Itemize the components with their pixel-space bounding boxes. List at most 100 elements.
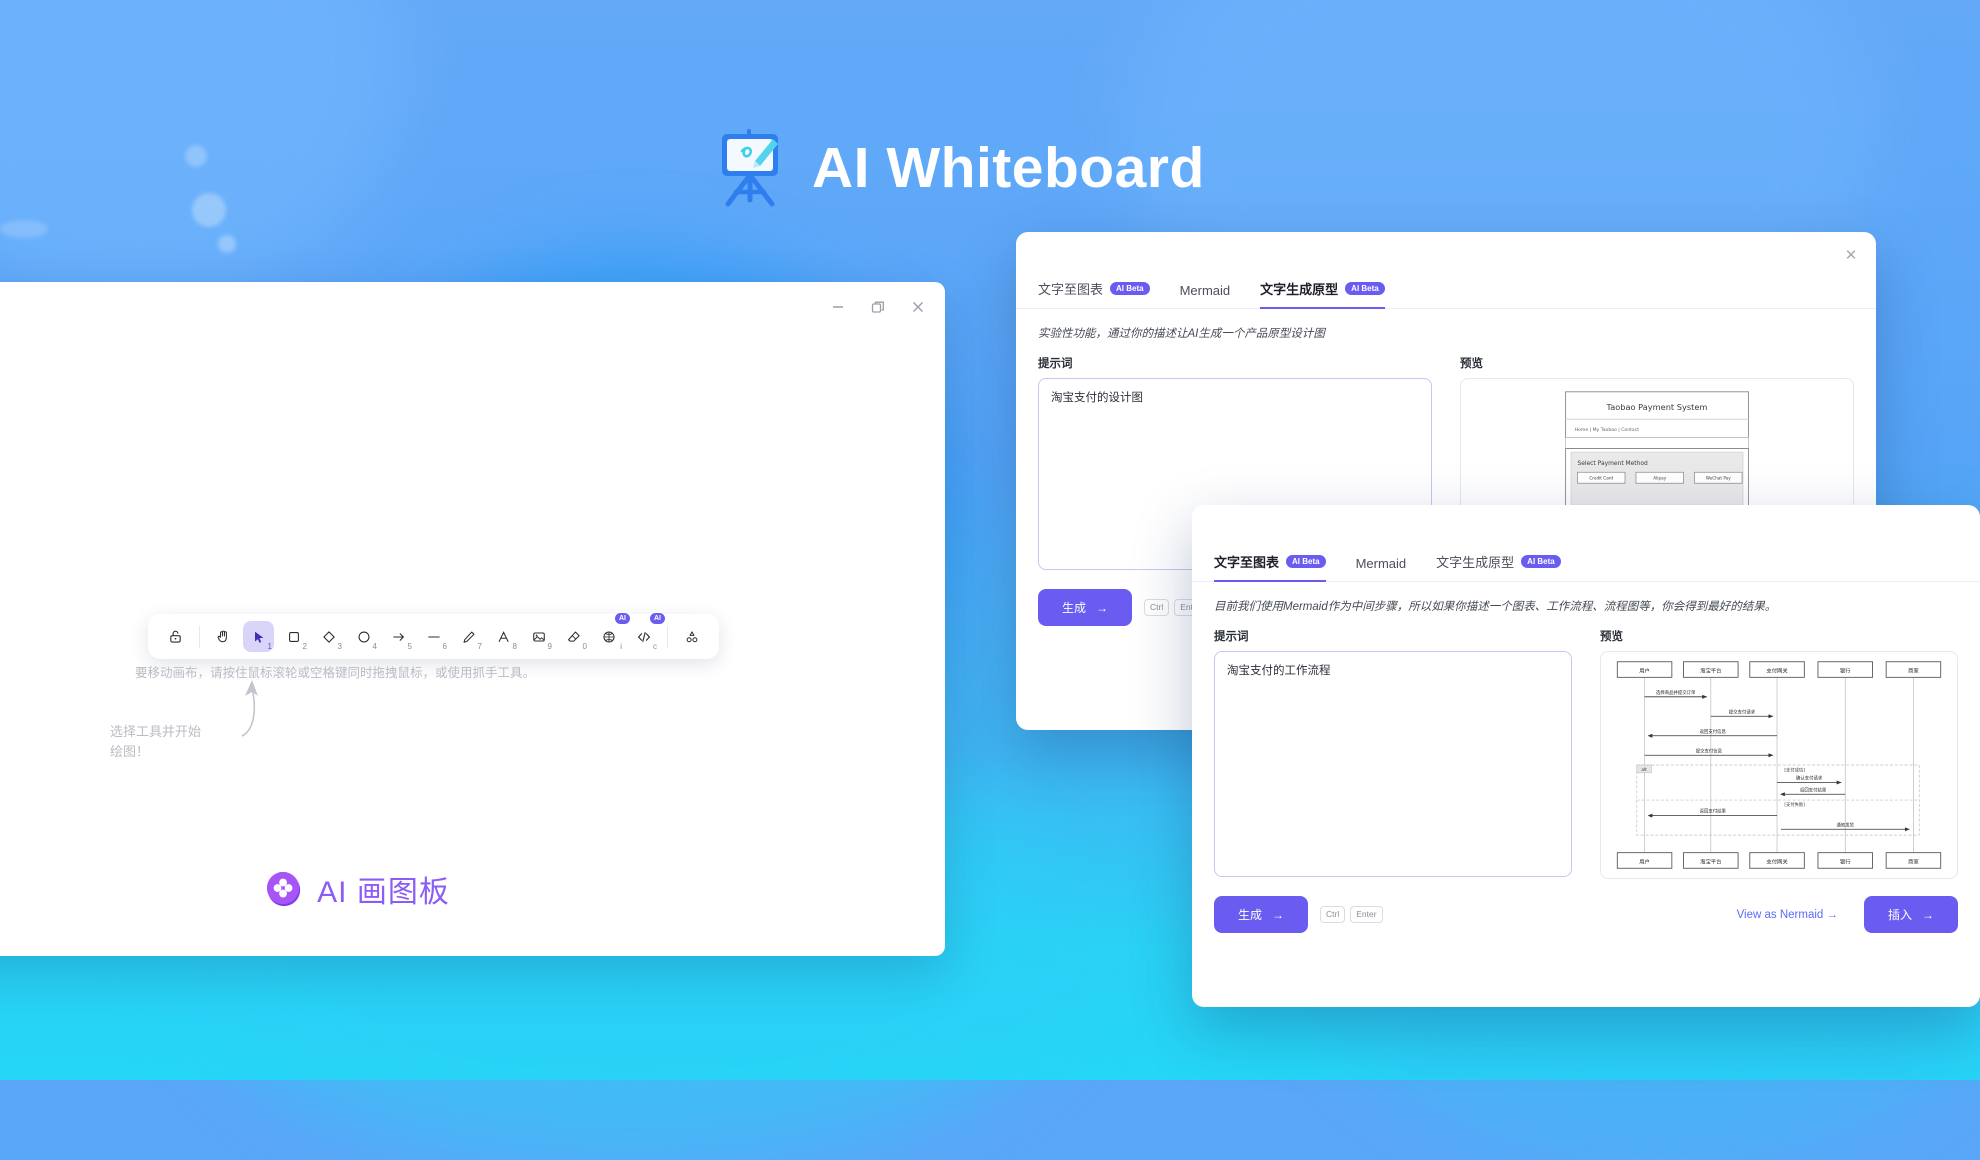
tool-shortcut: 5 xyxy=(407,642,412,651)
tool-shortcut: 4 xyxy=(372,642,377,651)
toolbar-divider xyxy=(667,625,668,648)
svg-text:确认支付请求: 确认支付请求 xyxy=(1796,775,1823,782)
pointer-curve-arrow xyxy=(241,680,258,737)
diamond-icon[interactable]: 3 xyxy=(313,621,344,652)
drawing-toolbar[interactable]: 1 2 3 4 5 6 7 8 9 0 i AI c AI xyxy=(148,612,719,659)
preview-pane: 预览 用户 淘宝平台 支付网关 银行 商家 用户 淘宝平台 支付网关 银行 商家… xyxy=(1600,628,1958,882)
preview-label: 预览 xyxy=(1460,358,1483,370)
dialog-footer: 生成 → Ctrl Enter View as Nermaid → 插入 → xyxy=(1192,882,1980,933)
whiteboard-app-window: 1 2 3 4 5 6 7 8 9 0 i AI c AI 要移动画布，请按住鼠… xyxy=(0,282,945,956)
tool-shortcut: 9 xyxy=(547,642,552,651)
dialog-panes: 提示词 预览 xyxy=(1192,614,1980,882)
insert-label: 插入 xyxy=(1887,908,1912,922)
key-enter: Enter xyxy=(1350,905,1383,924)
tab-mermaid[interactable]: Mermaid xyxy=(1180,283,1231,309)
svg-text:银行: 银行 xyxy=(1840,666,1851,674)
svg-text:返回支付结果: 返回支付结果 xyxy=(1700,808,1727,815)
line-icon[interactable]: 6 xyxy=(418,621,449,652)
welcome-block: AI 画图板 您的所有数据都储存在浏览器本地。 打开 Ctrl+O 帮助 ? xyxy=(0,867,945,956)
svg-text:alt: alt xyxy=(1641,767,1647,773)
tab-text-to-prototype[interactable]: 文字生成原型 AI Beta xyxy=(1436,552,1561,582)
pencil-icon[interactable]: 7 xyxy=(453,621,484,652)
dialog-tabs: 文字至图表 AI Beta Mermaid 文字生成原型 AI Beta xyxy=(1016,264,1876,309)
arrow-icon[interactable]: 5 xyxy=(383,621,414,652)
eraser-icon[interactable]: 0 xyxy=(558,621,589,652)
sequence-diagram-preview[interactable]: 用户 淘宝平台 支付网关 银行 商家 用户 淘宝平台 支付网关 银行 商家 al… xyxy=(1600,651,1958,879)
close-icon[interactable]: ✕ xyxy=(1842,246,1860,264)
more-shapes-icon[interactable] xyxy=(676,621,707,652)
text-icon[interactable]: 8 xyxy=(488,621,519,652)
ai-badge: AI xyxy=(649,612,666,625)
selection-cursor-icon[interactable]: 1 xyxy=(243,621,274,652)
arrow-right-icon: → xyxy=(1922,907,1934,922)
rectangle-icon[interactable]: 2 xyxy=(278,621,309,652)
tab-label: 文字生成原型 xyxy=(1260,282,1339,297)
restore-icon[interactable] xyxy=(869,298,887,316)
svg-text:提交支付信息: 提交支付信息 xyxy=(1696,747,1723,754)
svg-text:Taobao Payment System: Taobao Payment System xyxy=(1606,402,1708,412)
local-storage-note: 您的所有数据都储存在浏览器本地。 xyxy=(229,951,485,956)
svg-text:淘宝平台: 淘宝平台 xyxy=(1700,666,1721,674)
svg-text:支付网关: 支付网关 xyxy=(1766,666,1788,674)
svg-text:商家: 商家 xyxy=(1908,857,1919,865)
tab-text-to-diagram[interactable]: 文字至图表 AI Beta xyxy=(1214,552,1326,582)
dialog-description: 目前我们使用Mermaid作为中间步骤，所以如果你描述一个图表、工作流程、流程图… xyxy=(1214,601,1777,613)
tab-text-to-prototype[interactable]: 文字生成原型 AI Beta xyxy=(1260,279,1385,309)
tool-shortcut: c xyxy=(653,642,657,651)
svg-text:用户: 用户 xyxy=(1639,666,1650,674)
ellipse-icon[interactable]: 4 xyxy=(348,621,379,652)
tab-mermaid[interactable]: Mermaid xyxy=(1356,556,1407,582)
shortcut-keys: Ctrl Enter xyxy=(1320,905,1383,924)
bg-bubble xyxy=(0,220,48,238)
prompt-label: 提示词 xyxy=(1038,358,1073,370)
insert-button[interactable]: 插入 → xyxy=(1863,896,1958,933)
ai-beta-badge: AI Beta xyxy=(1286,554,1326,569)
lock-icon[interactable] xyxy=(160,621,191,652)
svg-text:支付网关: 支付网关 xyxy=(1766,857,1788,865)
tool-shortcut: 0 xyxy=(582,642,587,651)
ai-beta-badge: AI Beta xyxy=(1110,281,1150,296)
frame-ai-icon[interactable]: i AI xyxy=(593,612,631,652)
brand-row: AI 画图板 xyxy=(265,867,450,911)
hand-icon[interactable] xyxy=(208,621,239,652)
tool-shortcut: 1 xyxy=(267,642,272,651)
tab-label: Mermaid xyxy=(1355,556,1407,571)
code-ai-icon[interactable]: c AI xyxy=(628,612,666,652)
text-to-diagram-dialog: 文字至图表 AI Beta Mermaid 文字生成原型 AI Beta 目前我… xyxy=(1192,505,1980,1007)
svg-text:返回支付结果: 返回支付结果 xyxy=(1800,786,1827,793)
bg-bubble xyxy=(185,145,207,167)
generate-label: 生成 xyxy=(1062,601,1087,615)
tool-shortcut: 3 xyxy=(337,642,342,651)
generate-button[interactable]: 生成 → xyxy=(1038,589,1133,626)
page-title: AI Whiteboard xyxy=(812,135,1205,200)
ai-beta-badge: AI Beta xyxy=(1521,554,1561,569)
minimize-icon[interactable] xyxy=(829,298,847,316)
svg-text:通知发货: 通知发货 xyxy=(1836,821,1854,828)
svg-text:Alipay: Alipay xyxy=(1653,476,1666,481)
prompt-input[interactable] xyxy=(1214,651,1572,877)
dialog-tabs: 文字至图表 AI Beta Mermaid 文字生成原型 AI Beta xyxy=(1192,537,1980,582)
prompt-pane: 提示词 xyxy=(1214,628,1572,882)
tab-text-to-diagram[interactable]: 文字至图表 AI Beta xyxy=(1038,279,1150,309)
dialog-description: 实验性功能，通过你的描述让AI生成一个产品原型设计图 xyxy=(1038,328,1325,340)
window-controls xyxy=(829,298,927,316)
svg-text:WeChat Pay: WeChat Pay xyxy=(1706,476,1731,481)
tool-shortcut: i xyxy=(620,642,622,651)
bg-bubble xyxy=(218,235,236,253)
footer-actions: View as Nermaid → 插入 → xyxy=(1737,896,1958,933)
generate-button[interactable]: 生成 → xyxy=(1214,896,1309,933)
image-icon[interactable]: 9 xyxy=(523,621,554,652)
close-icon[interactable] xyxy=(909,298,927,316)
svg-text:[支付失败]: [支付失败] xyxy=(1784,801,1805,808)
tool-shortcut: 8 xyxy=(512,642,517,651)
tab-label: 文字至图表 xyxy=(1038,282,1104,297)
svg-text:Credit Card: Credit Card xyxy=(1589,476,1613,481)
view-as-mermaid-link[interactable]: View as Nermaid → xyxy=(1737,909,1838,921)
svg-text:提交支付请求: 提交支付请求 xyxy=(1729,708,1756,715)
tool-shortcut: 6 xyxy=(442,642,447,651)
svg-text:用户: 用户 xyxy=(1639,857,1650,865)
ai-badge: AI xyxy=(614,612,631,625)
generate-label: 生成 xyxy=(1238,908,1263,922)
start-drawing-note: 选择工具并开始 绘图！ xyxy=(110,724,202,760)
svg-text:Home | My Taobao | Contact: Home | My Taobao | Contact xyxy=(1575,427,1639,433)
